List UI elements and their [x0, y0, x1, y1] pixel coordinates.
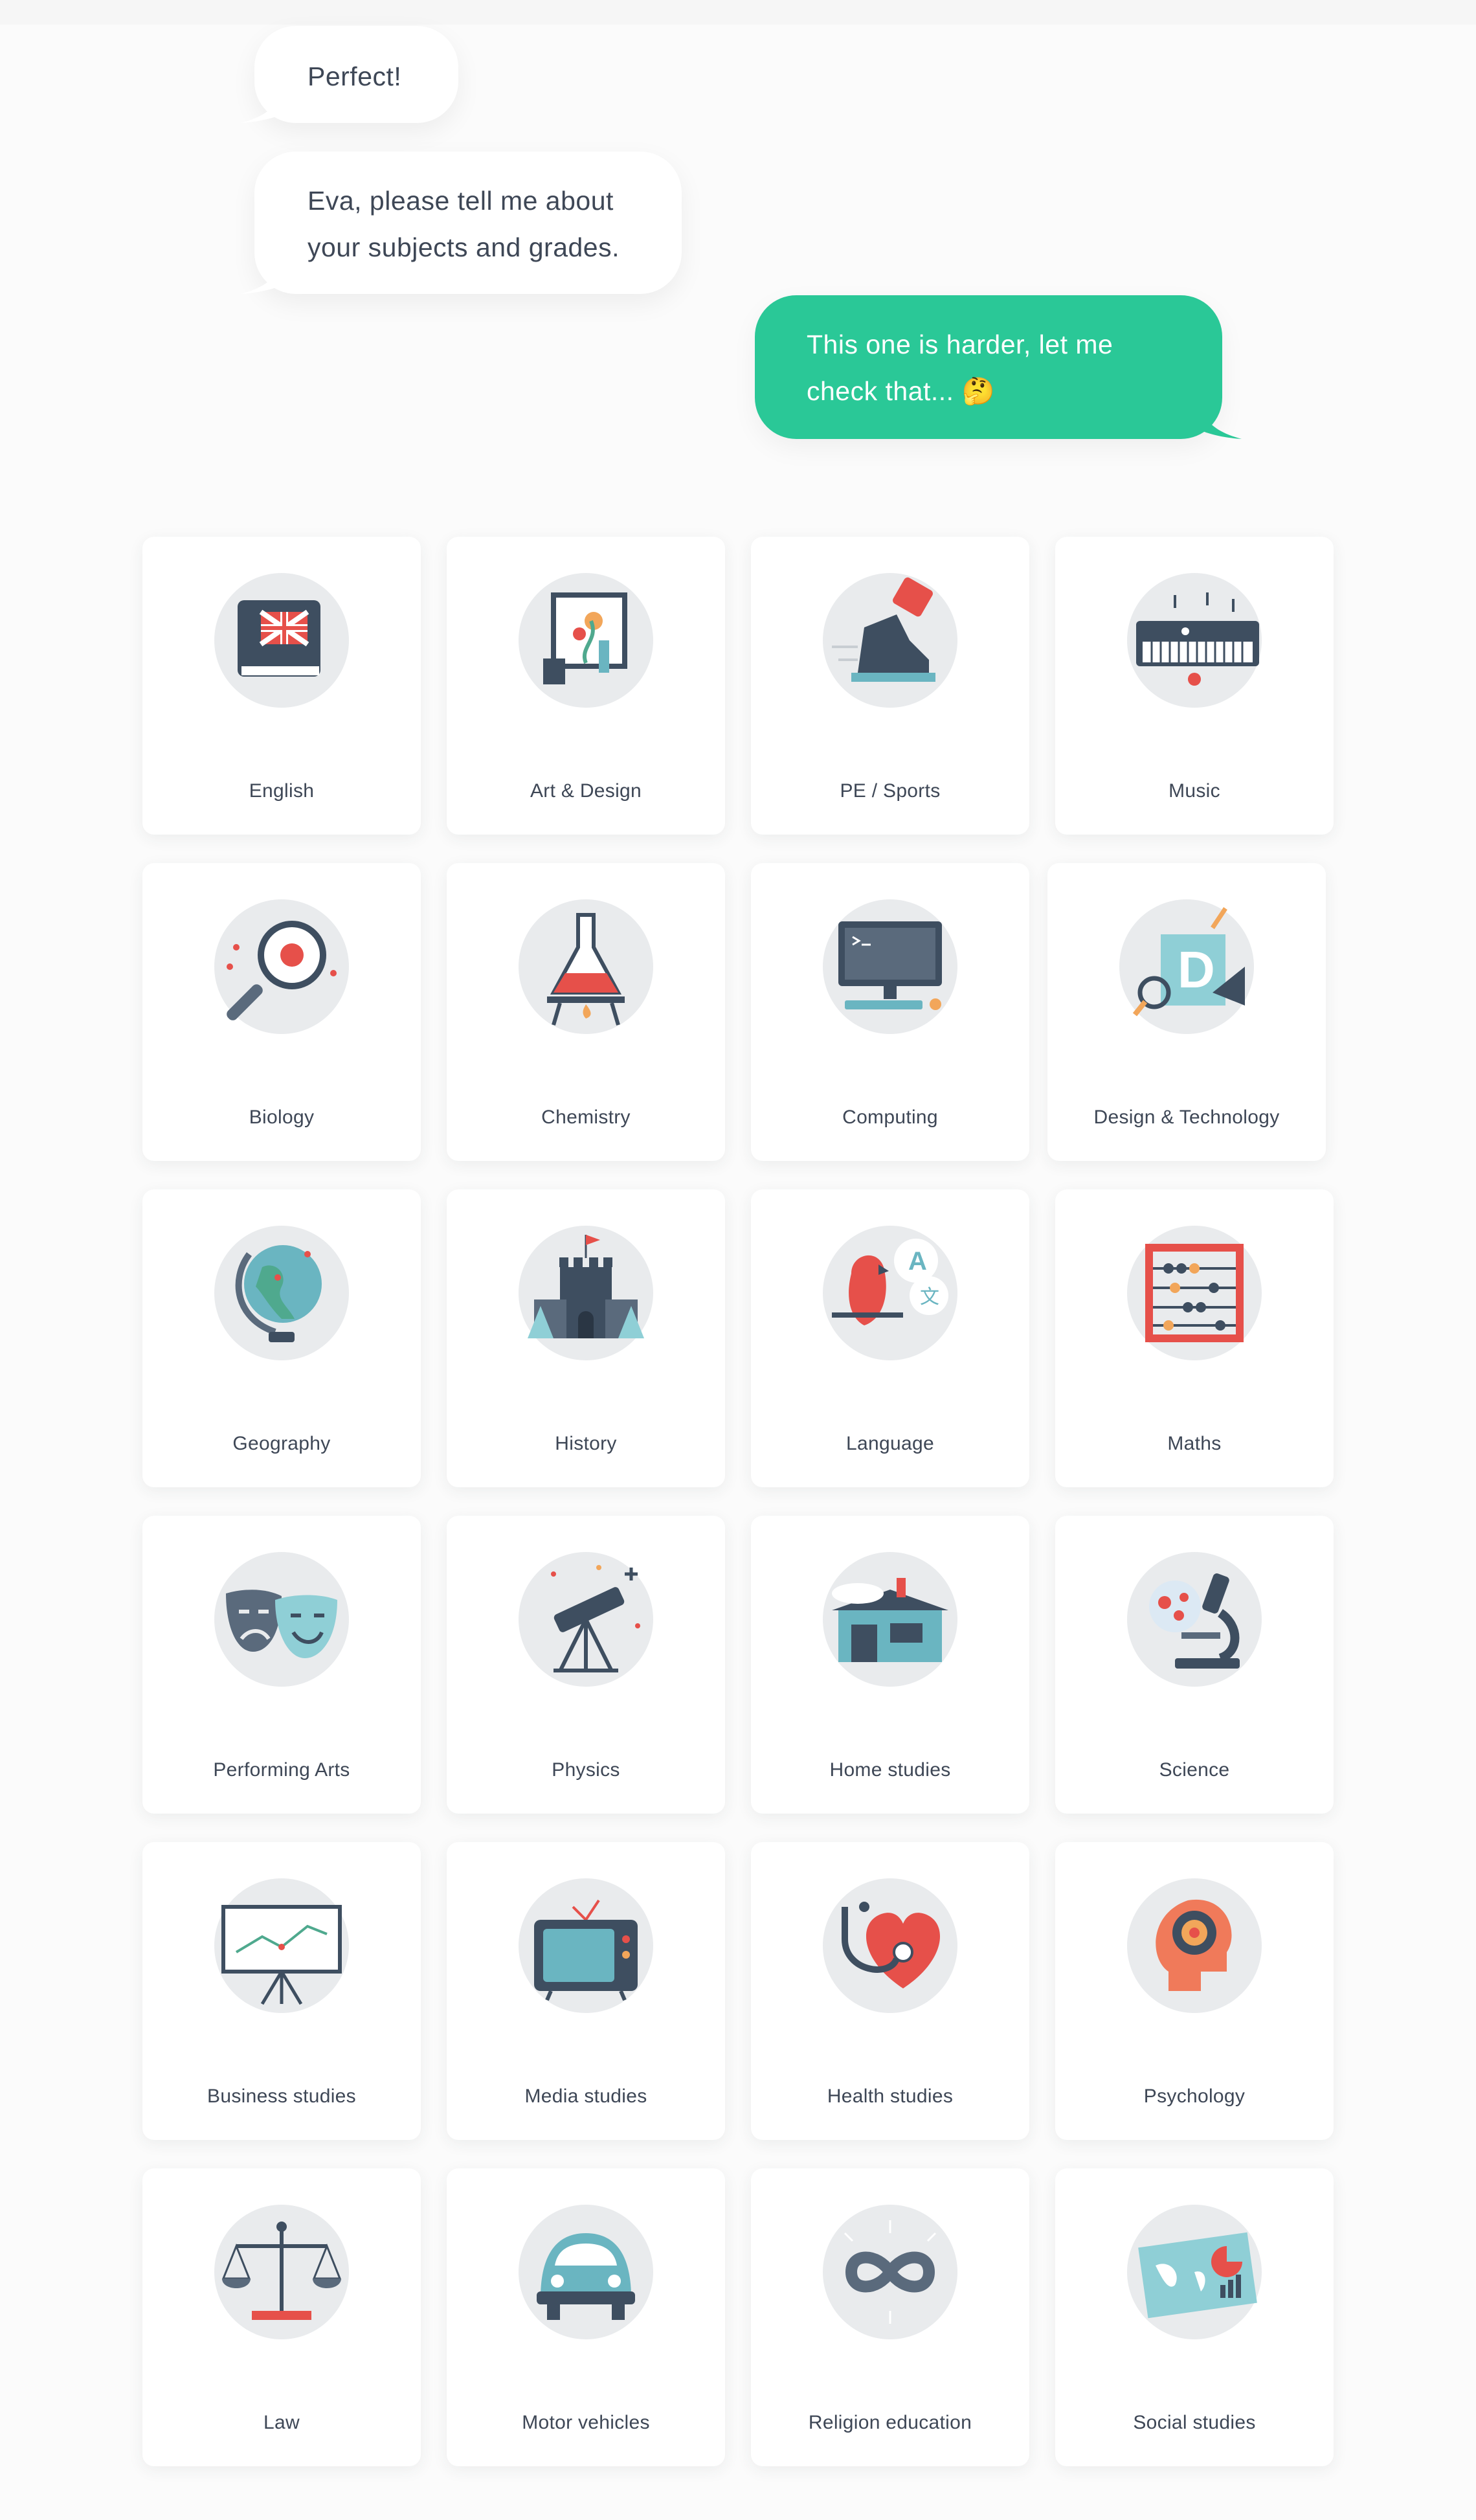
scales-icon [210, 2201, 353, 2343]
subject-label: Language [846, 1433, 934, 1454]
easel-icon [515, 569, 657, 712]
subject-card-media-studies[interactable]: Media studies [447, 1842, 725, 2140]
car-icon [515, 2201, 657, 2343]
subject-card-maths[interactable]: Maths [1055, 1189, 1334, 1487]
subject-card-art-design[interactable]: Art & Design [447, 537, 725, 835]
subject-label: History [555, 1433, 617, 1454]
subject-card-english[interactable]: English [142, 537, 421, 835]
keyboard-icon [1123, 569, 1266, 712]
book-icon [210, 569, 353, 712]
computer-icon [819, 895, 961, 1038]
subject-label: Music [1168, 780, 1220, 802]
svg-text:D: D [1178, 941, 1215, 998]
sneaker-icon [819, 569, 961, 712]
subject-label: English [249, 780, 315, 802]
subject-label: Law [263, 2412, 300, 2433]
subject-card-language[interactable]: A 文 Language [751, 1189, 1029, 1487]
subject-label: Computing [842, 1107, 938, 1128]
subject-label: Religion education [808, 2412, 972, 2433]
subject-card-geography[interactable]: Geography [142, 1189, 421, 1487]
subject-label: Physics [552, 1759, 620, 1781]
subject-card-biology[interactable]: Biology [142, 863, 421, 1161]
subject-grid: English Art & Design PE / Sports Music B… [0, 0, 1476, 2520]
television-icon [515, 1874, 657, 2017]
infinity-icon [819, 2201, 961, 2343]
castle-icon [515, 1222, 657, 1364]
head-brain-icon [1123, 1874, 1266, 2017]
subject-label: Geography [232, 1433, 331, 1454]
subject-card-psychology[interactable]: Psychology [1055, 1842, 1334, 2140]
subject-label: Social studies [1133, 2412, 1256, 2433]
subject-card-religion-education[interactable]: Religion education [751, 2168, 1029, 2466]
telescope-icon [515, 1548, 657, 1691]
stethoscope-heart-icon [819, 1874, 961, 2017]
parrot-icon: A 文 [819, 1222, 961, 1364]
subject-card-performing-arts[interactable]: Performing Arts [142, 1516, 421, 1814]
globe-icon [210, 1222, 353, 1364]
subject-card-law[interactable]: Law [142, 2168, 421, 2466]
svg-text:A: A [908, 1247, 927, 1276]
subject-card-business-studies[interactable]: Business studies [142, 1842, 421, 2140]
subject-card-physics[interactable]: Physics [447, 1516, 725, 1814]
subject-card-chemistry[interactable]: Chemistry [447, 863, 725, 1161]
subject-label: Chemistry [541, 1107, 631, 1128]
abacus-icon [1123, 1222, 1266, 1364]
subject-card-design-technology[interactable]: D Design & Technology [1047, 863, 1326, 1161]
subject-card-motor-vehicles[interactable]: Motor vehicles [447, 2168, 725, 2466]
magnifier-ladybug-icon [210, 895, 353, 1038]
subject-card-history[interactable]: History [447, 1189, 725, 1487]
subject-card-science[interactable]: Science [1055, 1516, 1334, 1814]
subject-label: Business studies [207, 2086, 356, 2107]
subject-label: Art & Design [530, 780, 642, 802]
subject-label: Motor vehicles [522, 2412, 650, 2433]
subject-label: Psychology [1143, 2086, 1246, 2107]
subject-card-health-studies[interactable]: Health studies [751, 1842, 1029, 2140]
design-tools-icon: D [1115, 895, 1258, 1038]
subject-label: Design & Technology [1093, 1107, 1280, 1128]
subject-label: Media studies [524, 2086, 647, 2107]
subject-card-social-studies[interactable]: Social studies [1055, 2168, 1334, 2466]
theatre-masks-icon [210, 1548, 353, 1691]
subject-card-pe-sports[interactable]: PE / Sports [751, 537, 1029, 835]
subject-card-music[interactable]: Music [1055, 537, 1334, 835]
microscope-icon [1123, 1548, 1266, 1691]
subject-label: Health studies [827, 2086, 954, 2107]
subject-label: Science [1159, 1759, 1230, 1781]
house-icon [819, 1548, 961, 1691]
subject-card-home-studies[interactable]: Home studies [751, 1516, 1029, 1814]
subject-card-computing[interactable]: Computing [751, 863, 1029, 1161]
subject-label: PE / Sports [840, 780, 941, 802]
subject-label: Biology [249, 1107, 315, 1128]
flask-icon [515, 895, 657, 1038]
map-chart-icon [1123, 2201, 1266, 2343]
subject-label: Maths [1167, 1433, 1222, 1454]
presentation-board-icon [210, 1874, 353, 2017]
subject-label: Performing Arts [213, 1759, 350, 1781]
subject-label: Home studies [829, 1759, 951, 1781]
svg-text:文: 文 [920, 1287, 939, 1308]
